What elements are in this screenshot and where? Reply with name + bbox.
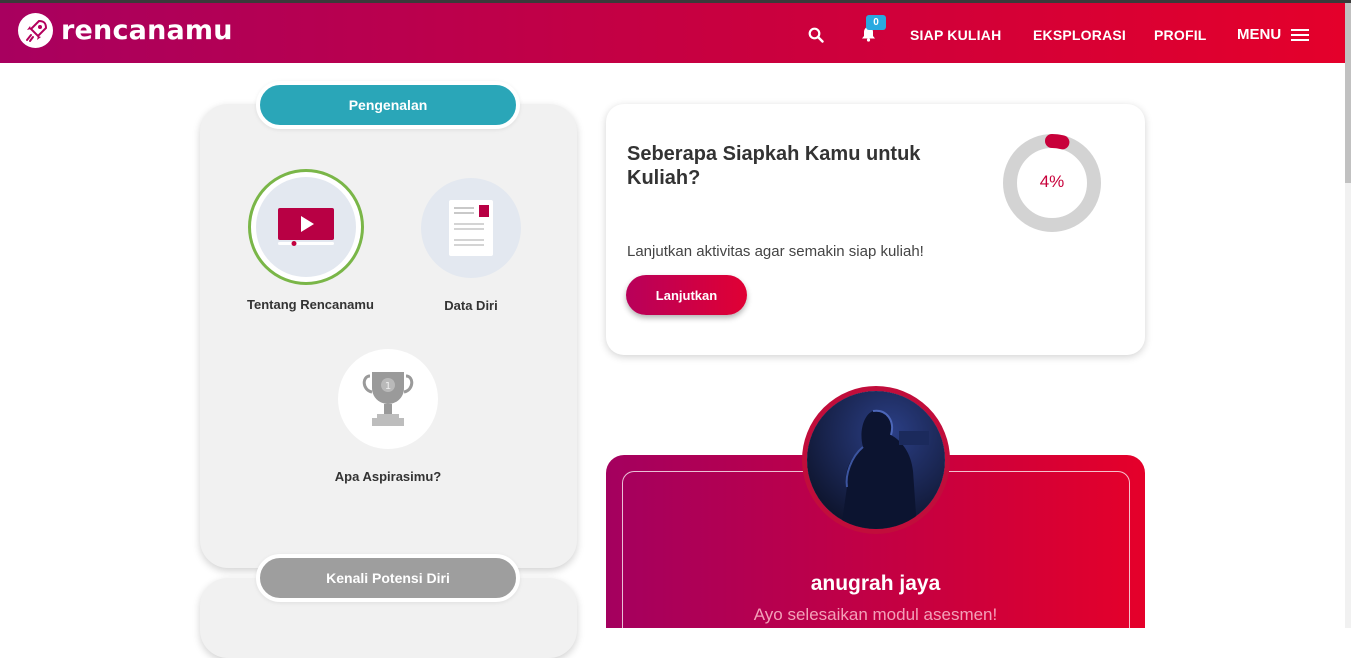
scrollbar-thumb[interactable] bbox=[1345, 3, 1351, 183]
svg-text:1: 1 bbox=[385, 381, 391, 392]
nav-link-siap-kuliah[interactable]: SIAP KULIAH bbox=[910, 27, 1001, 43]
readiness-title: Seberapa Siapkah Kamu untuk Kuliah? bbox=[627, 143, 921, 189]
module-icon-circle: 1 bbox=[338, 349, 438, 449]
hamburger-icon bbox=[1291, 28, 1310, 41]
nav-link-eksplorasi[interactable]: EKSPLORASI bbox=[1033, 27, 1126, 43]
top-navbar: rencanamu 0 SIAP KULIAH EKSPLORASI PROFI… bbox=[0, 3, 1345, 63]
menu-button[interactable]: MENU bbox=[1237, 26, 1310, 43]
readiness-subtitle: Lanjutkan aktivitas agar semakin siap ku… bbox=[627, 243, 924, 260]
avatar-photo bbox=[807, 391, 945, 529]
brand-logo[interactable]: rencanamu bbox=[18, 13, 233, 48]
rocket-logo-icon bbox=[18, 13, 53, 48]
module-label: Tentang Rencanamu bbox=[247, 297, 374, 312]
profile-name: anugrah jaya bbox=[810, 572, 941, 595]
module-label: Data Diri bbox=[444, 298, 498, 313]
trophy-icon: 1 bbox=[362, 372, 414, 426]
module-icon-circle bbox=[421, 178, 521, 278]
module-label: Apa Aspirasimu? bbox=[334, 469, 442, 484]
readiness-card: Seberapa Siapkah Kamu untuk Kuliah? 4% L… bbox=[606, 104, 1145, 355]
profile-message: Ayo selesaikan modul asesmen! bbox=[753, 605, 998, 624]
section-header-kenali-potensi-diri: Kenali Potensi Diri bbox=[256, 554, 520, 602]
module-apa-aspirasimu[interactable]: 1 Apa Aspirasimu? bbox=[328, 349, 448, 484]
notification-count-badge: 0 bbox=[866, 15, 886, 30]
avatar bbox=[802, 386, 950, 534]
progress-percent: 4% bbox=[1039, 172, 1065, 191]
selected-ring bbox=[247, 169, 364, 285]
document-icon bbox=[449, 200, 493, 256]
nav-link-profil[interactable]: PROFIL bbox=[1154, 27, 1207, 43]
module-tentang-rencanamu[interactable]: Tentang Rencanamu bbox=[247, 169, 374, 312]
continue-button[interactable]: Lanjutkan bbox=[626, 275, 747, 315]
module-data-diri[interactable]: Data Diri bbox=[415, 178, 527, 313]
section-header-pengenalan: Pengenalan bbox=[256, 81, 520, 129]
brand-name: rencanamu bbox=[61, 15, 233, 46]
pengenalan-panel: Tentang Rencanamu Data Diri 1 Apa Aspira… bbox=[200, 104, 577, 568]
search-icon[interactable] bbox=[808, 27, 824, 48]
video-play-icon bbox=[277, 208, 334, 246]
menu-label: MENU bbox=[1237, 26, 1282, 43]
